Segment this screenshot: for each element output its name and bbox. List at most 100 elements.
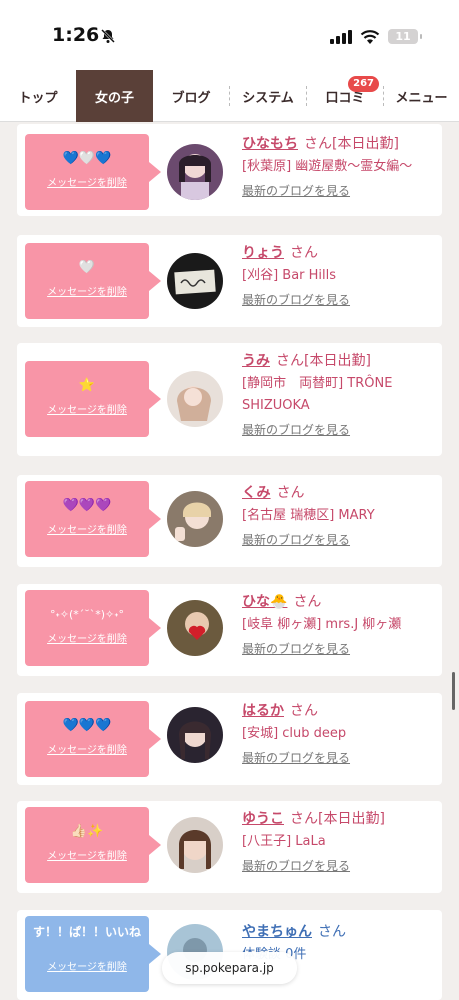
main-nav: トップ 女の子 ブログ システム 口コミ 267 メニュー [0,70,459,122]
latest-blog-link[interactable]: 最新のブログを見る [242,640,350,657]
avatar[interactable] [167,491,223,547]
honorific: さん [290,703,318,719]
honorific: さん [276,485,305,501]
shop-name: [静岡市 両替町] TRÔNE SHIZUOKA [242,376,393,413]
avatar[interactable] [167,144,223,200]
signal-icon [330,30,352,44]
girl-name-link[interactable]: ひな🐣 [242,594,287,610]
shop-name: [安城] club deep [242,726,347,741]
tab-blog[interactable]: ブログ [153,70,229,122]
message-text: ⭐ [78,378,96,393]
latest-blog-link[interactable]: 最新のブログを見る [242,421,350,438]
today-tag: [本日出勤] [332,136,399,152]
list-item: 💙💙💙 メッセージを削除 はるか さん [安城] club deep 最新のブログ… [17,693,442,785]
status-bar: 1:26 11 [0,0,459,70]
name-line: はるか さん [242,701,440,721]
avatar[interactable] [167,600,223,656]
name-line: うみ さん[本日出勤] [242,351,440,371]
message-text: °˖✧(*´˘`*)✧˖° [49,608,125,621]
honorific: さん [290,811,318,827]
delete-message-link[interactable]: メッセージを削除 [25,521,149,536]
list-item: 💙🤍💙 メッセージを削除 ひなもち さん[本日出勤] [秋葉原] 幽遊屋敷～霊女編… [17,124,442,216]
bell-muted-icon [101,29,115,43]
delete-message-link[interactable]: メッセージを削除 [25,741,149,756]
latest-blog-link[interactable]: 最新のブログを見る [242,291,350,308]
tab-system[interactable]: システム [230,70,306,122]
message-bubble: 💙💙💙 メッセージを削除 [25,701,161,777]
message-bubble: °˖✧(*´˘`*)✧˖° メッセージを削除 [25,590,161,666]
message-text: す！！ぱ！！いいね [32,925,141,939]
tab-label: ブログ [171,90,211,106]
message-bubble: ⭐ メッセージを削除 [25,361,161,437]
user-name-link[interactable]: やまちゅん [242,924,312,940]
girl-info: くみ さん [名古屋 瑞穂区] MARY 最新のブログを見る [242,483,440,548]
shop-name: [刈谷] Bar Hills [242,268,337,283]
shop-name: [名古屋 瑞穂区] MARY [242,508,375,523]
latest-blog-link[interactable]: 最新のブログを見る [242,749,350,766]
message-text: 🤍 [78,260,96,275]
name-line: ゆうこ さん[本日出勤] [242,809,440,829]
tab-label: 女の子 [94,90,134,106]
scrollbar[interactable] [452,672,455,710]
latest-blog-link[interactable]: 最新のブログを見る [242,531,350,548]
tab-reviews[interactable]: 口コミ 267 [307,70,383,122]
message-text: 💙💙💙 [62,718,112,733]
list-item: 👍🏻✨ メッセージを削除 ゆうこ さん[本日出勤] [八王子] LaLa 最新のブ… [17,801,442,893]
girl-name-link[interactable]: りょう [242,245,284,261]
avatar[interactable] [167,707,223,763]
message-text: 💙🤍💙 [62,151,112,166]
message-text: 💜💜💜 [62,498,112,513]
name-line: ひな🐣 さん [242,592,440,612]
honorific: さん [304,136,332,152]
tab-label: システム [242,90,294,106]
latest-blog-link[interactable]: 最新のブログを見る [242,857,350,874]
list-item: ⭐ メッセージを削除 うみ さん[本日出勤] [静岡市 両替町] TRÔNE SH… [17,343,442,456]
delete-message-link[interactable]: メッセージを削除 [25,630,149,645]
today-tag: [本日出勤] [304,353,371,369]
delete-message-link[interactable]: メッセージを削除 [25,847,149,862]
honorific: さん [318,924,346,940]
avatar[interactable] [167,371,223,427]
name-line: りょう さん [242,243,440,263]
latest-blog-link[interactable]: 最新のブログを見る [242,182,350,199]
girl-name-link[interactable]: うみ [242,353,270,369]
honorific: さん [293,594,322,610]
shop-name: [岐阜 柳ヶ瀬] mrs.J 柳ヶ瀬 [242,617,402,632]
tab-top[interactable]: トップ [0,70,76,122]
wifi-icon [360,30,380,44]
honorific: さん [290,245,318,261]
girl-info: ひなもち さん[本日出勤] [秋葉原] 幽遊屋敷～霊女編～ 最新のブログを見る [242,134,440,199]
girl-name-link[interactable]: くみ [242,485,271,501]
tab-menu[interactable]: メニュー [384,70,459,122]
delete-message-link[interactable]: メッセージを削除 [25,283,149,298]
shop-name: [秋葉原] 幽遊屋敷～霊女編～ [242,159,413,174]
girl-name-link[interactable]: ゆうこ [242,811,284,827]
list-item: °˖✧(*´˘`*)✧˖° メッセージを削除 ひな🐣 さん [岐阜 柳ヶ瀬] mr… [17,584,442,676]
message-bubble: 💙🤍💙 メッセージを削除 [25,134,161,210]
message-bubble: 👍🏻✨ メッセージを削除 [25,807,161,883]
list-item: 💜💜💜 メッセージを削除 くみ さん [名古屋 瑞穂区] MARY 最新のブログを… [17,475,442,567]
delete-message-link[interactable]: メッセージを削除 [25,174,149,189]
name-line: やまちゅん さん [242,922,440,942]
girl-name-link[interactable]: はるか [242,703,284,719]
shop-name: [八王子] LaLa [242,834,326,849]
girl-info: りょう さん [刈谷] Bar Hills 最新のブログを見る [242,243,440,308]
tab-label: トップ [18,90,58,106]
avatar[interactable] [167,817,223,873]
delete-message-link[interactable]: メッセージを削除 [25,401,149,416]
tab-label: メニュー [395,90,448,106]
list-item: 🤍 メッセージを削除 りょう さん [刈谷] Bar Hills 最新のブログを見… [17,235,442,327]
girl-info: はるか さん [安城] club deep 最新のブログを見る [242,701,440,766]
delete-message-link[interactable]: メッセージを削除 [25,958,149,973]
girl-info: ゆうこ さん[本日出勤] [八王子] LaLa 最新のブログを見る [242,809,440,874]
avatar[interactable] [167,253,223,309]
tab-girls[interactable]: 女の子 [76,70,153,122]
girl-name-link[interactable]: ひなもち [242,136,298,152]
name-line: くみ さん [242,483,440,503]
message-bubble: 🤍 メッセージを削除 [25,243,161,319]
name-line: ひなもち さん[本日出勤] [242,134,440,154]
clock: 1:26 [52,24,100,46]
girl-info: ひな🐣 さん [岐阜 柳ヶ瀬] mrs.J 柳ヶ瀬 最新のブログを見る [242,592,440,657]
url-bar[interactable]: sp.pokepara.jp [162,952,297,984]
today-tag: [本日出勤] [318,811,385,827]
